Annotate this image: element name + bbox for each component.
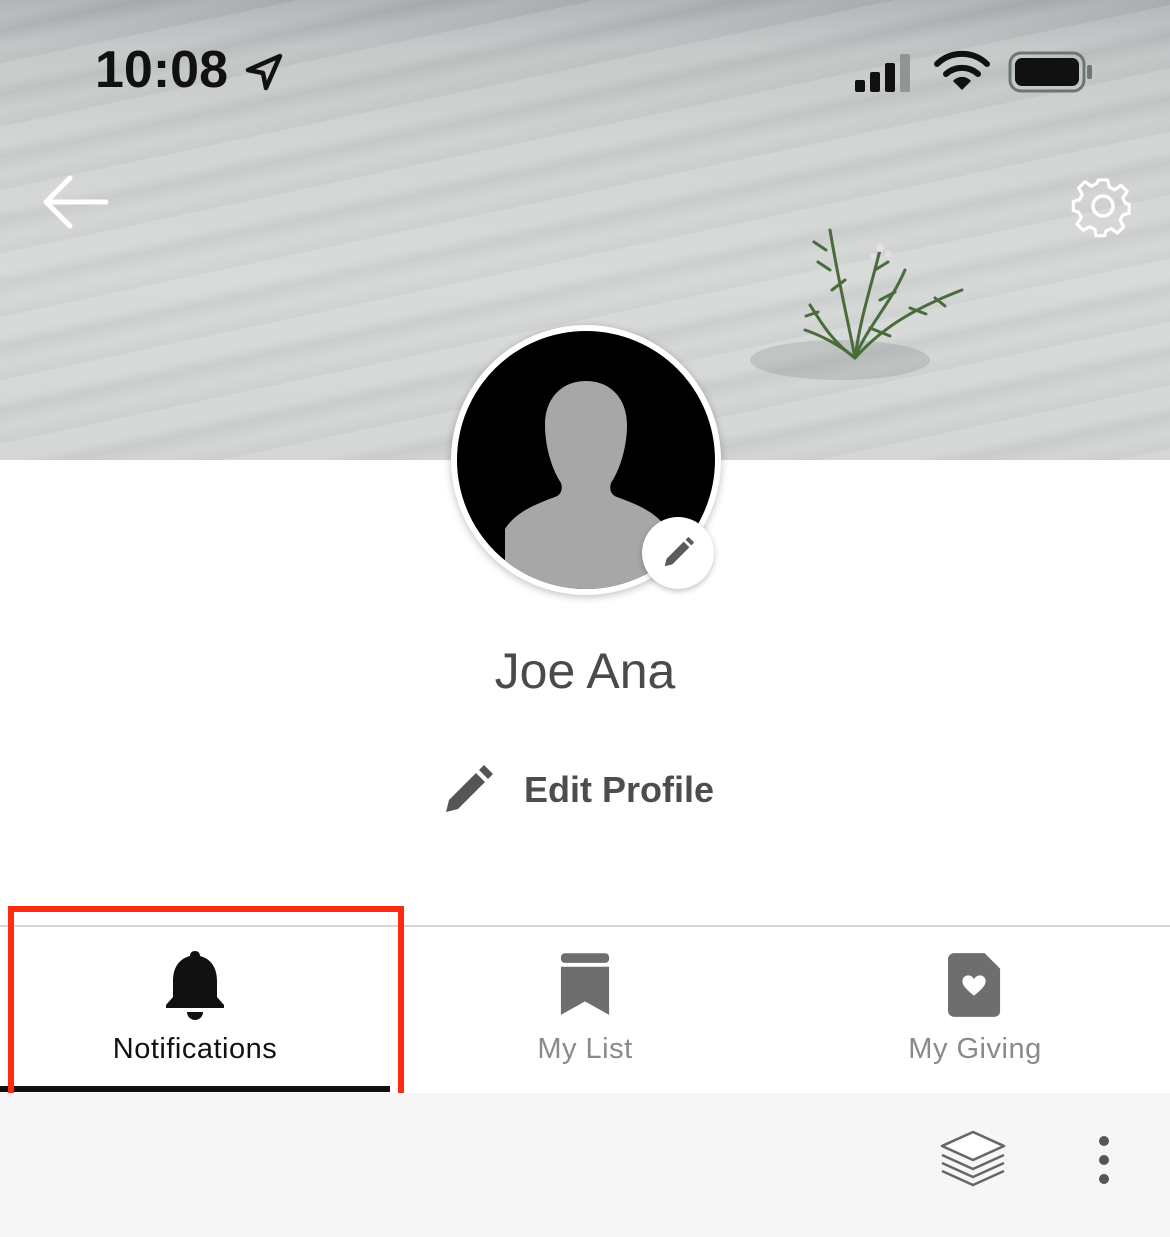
bookmark-icon <box>560 953 610 1015</box>
avatar-edit-button[interactable] <box>642 517 714 589</box>
tab-my-giving[interactable]: My Giving <box>780 927 1170 1092</box>
status-time: 10:08 <box>95 41 228 99</box>
battery-icon <box>1008 51 1092 93</box>
gear-icon[interactable] <box>1070 173 1136 239</box>
wifi-icon <box>934 50 990 90</box>
pencil-icon <box>664 536 695 567</box>
cellular-signal-icon <box>855 54 910 92</box>
location-arrow-icon <box>245 53 283 91</box>
back-button[interactable] <box>40 172 110 232</box>
arrow-left-icon <box>43 175 109 229</box>
tab-label: My List <box>537 1033 633 1065</box>
heart-document-icon <box>948 953 1001 1017</box>
dot <box>1099 1136 1109 1146</box>
plant-image <box>750 228 964 380</box>
profile-name: Joe Ana <box>494 643 676 699</box>
highlight-box <box>8 906 404 1109</box>
more-vertical-icon[interactable] <box>1084 1130 1124 1190</box>
dot <box>1099 1155 1109 1165</box>
edit-profile-button[interactable]: Edit Profile <box>440 760 714 820</box>
edit-profile-label: Edit Profile <box>524 769 715 810</box>
dot <box>1099 1174 1109 1184</box>
layers-icon[interactable] <box>938 1128 1008 1190</box>
pencil-icon <box>446 765 493 812</box>
tab-my-list[interactable]: My List <box>390 927 780 1092</box>
tab-label: My Giving <box>908 1033 1042 1065</box>
